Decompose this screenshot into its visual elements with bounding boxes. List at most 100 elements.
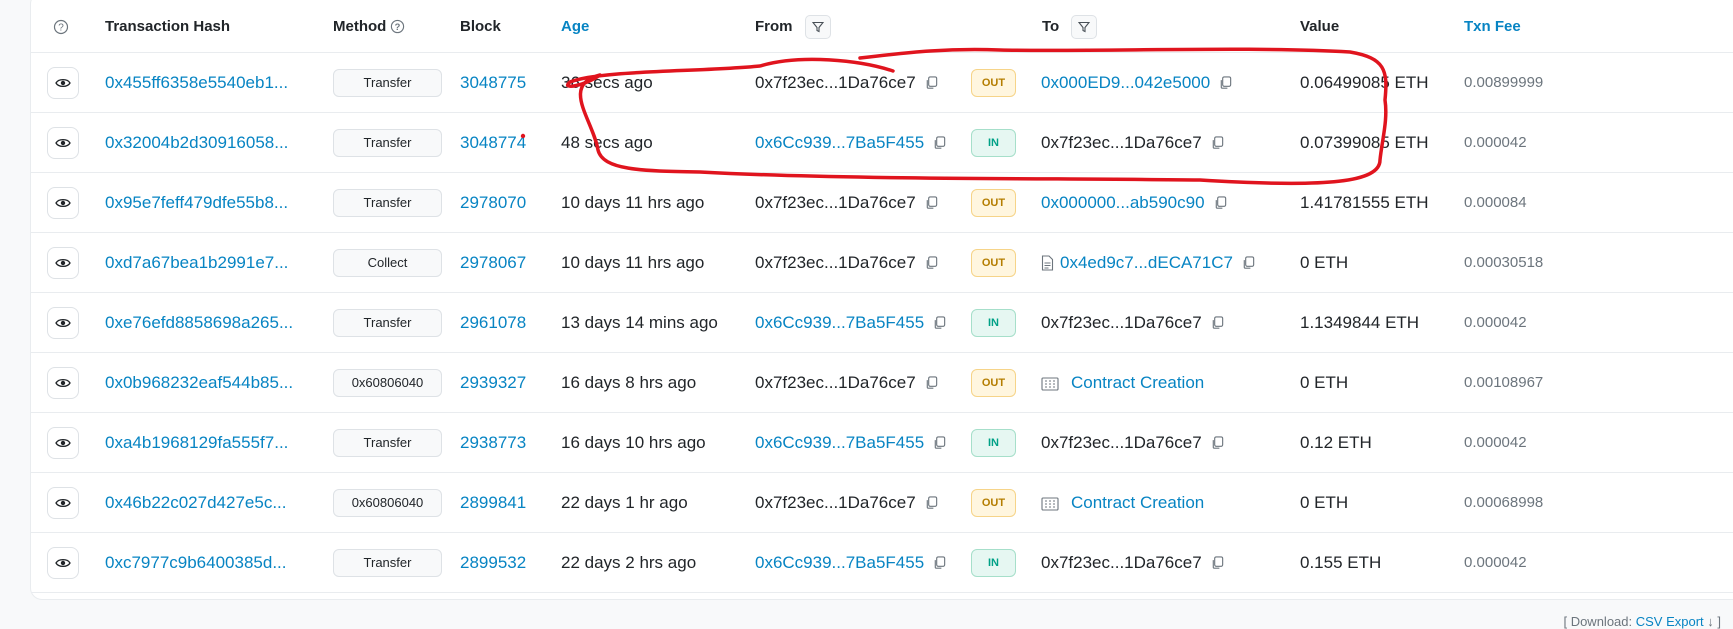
tx-hash-link[interactable]: 0xc7977c9b6400385d... xyxy=(105,533,287,592)
block-link[interactable]: 2978067 xyxy=(460,233,526,292)
age-text: 10 days 11 hrs ago xyxy=(561,192,705,212)
copy-icon[interactable] xyxy=(932,135,947,150)
copy-icon[interactable] xyxy=(924,495,939,510)
to-filter-button[interactable] xyxy=(1071,14,1098,39)
transactions-table: ? Transaction Hash Method ? Block Age Fr… xyxy=(30,0,1733,600)
eye-icon[interactable] xyxy=(47,426,79,459)
from-address[interactable]: 0x6Cc939...7Ba5F455 xyxy=(755,133,924,153)
question-circle-icon[interactable]: ? xyxy=(390,19,405,34)
filter-icon xyxy=(811,21,824,32)
eye-icon[interactable] xyxy=(47,186,79,219)
copy-icon[interactable] xyxy=(1218,75,1233,90)
block-link[interactable]: 2899532 xyxy=(460,533,526,592)
method-badge[interactable]: Transfer xyxy=(333,428,442,457)
from-address[interactable]: 0x6Cc939...7Ba5F455 xyxy=(755,553,924,573)
eye-icon[interactable] xyxy=(47,546,79,579)
header-to: To xyxy=(1042,18,1060,35)
method-badge[interactable]: Transfer xyxy=(333,128,442,157)
header-method-cell: Method ? xyxy=(333,1,405,52)
copy-icon[interactable] xyxy=(1210,435,1225,450)
copy-icon[interactable] xyxy=(924,75,939,90)
question-circle-icon[interactable]: ? xyxy=(53,19,69,35)
direction-badge: IN xyxy=(971,128,1016,157)
eye-icon[interactable] xyxy=(47,126,79,159)
fee-text: 0.00030518 xyxy=(1464,254,1544,271)
to-address[interactable]: Contract Creation xyxy=(1071,373,1204,393)
header-from: From xyxy=(755,18,793,35)
to-address[interactable]: 0x000000...ab590c90 xyxy=(1041,193,1205,213)
method-badge[interactable]: Transfer xyxy=(333,308,442,337)
building-icon xyxy=(1041,495,1059,511)
to-address[interactable]: Contract Creation xyxy=(1071,493,1204,513)
eye-icon[interactable] xyxy=(47,246,79,279)
method-badge[interactable]: Transfer xyxy=(333,188,442,217)
header-txn-fee[interactable]: Txn Fee xyxy=(1464,1,1521,52)
copy-icon[interactable] xyxy=(1213,195,1228,210)
fee-text: 0.000042 xyxy=(1464,434,1527,451)
copy-icon[interactable] xyxy=(1210,135,1225,150)
age-text: 48 secs ago xyxy=(561,132,653,152)
block-link[interactable]: 2939327 xyxy=(460,353,526,412)
from-address: 0x7f23ec...1Da76ce7 xyxy=(755,372,916,392)
copy-icon[interactable] xyxy=(1210,315,1225,330)
eye-icon[interactable] xyxy=(47,486,79,519)
copy-icon[interactable] xyxy=(924,255,939,270)
block-link[interactable]: 3048775 xyxy=(460,53,526,112)
from-filter-button[interactable] xyxy=(804,14,831,39)
to-address[interactable]: 0x000ED9...042e5000 xyxy=(1041,73,1210,93)
view-cell xyxy=(47,413,79,472)
method-cell: 0x60806040 xyxy=(333,473,442,532)
eye-icon[interactable] xyxy=(47,306,79,339)
to-address[interactable]: 0x4ed9c7...dECA71C7 xyxy=(1060,253,1233,273)
header-to-cell: To xyxy=(1042,1,1098,52)
header-from-cell: From xyxy=(755,1,831,52)
view-cell xyxy=(47,473,79,532)
copy-icon[interactable] xyxy=(932,555,947,570)
method-badge[interactable]: Transfer xyxy=(333,68,442,97)
tx-hash-link[interactable]: 0x455ff6358e5540eb1... xyxy=(105,53,288,112)
block-link[interactable]: 2978070 xyxy=(460,173,526,232)
tx-hash-link[interactable]: 0xe76efd8858698a265... xyxy=(105,293,293,352)
method-badge[interactable]: Collect xyxy=(333,248,442,277)
copy-icon[interactable] xyxy=(924,375,939,390)
tx-hash-link[interactable]: 0x95e7feff479dfe55b8... xyxy=(105,173,288,232)
copy-icon[interactable] xyxy=(932,435,947,450)
method-badge[interactable]: Transfer xyxy=(333,548,442,577)
view-cell xyxy=(47,113,79,172)
method-cell: Collect xyxy=(333,233,442,292)
block-link[interactable]: 2961078 xyxy=(460,293,526,352)
to-cell: 0x7f23ec...1Da76ce7 xyxy=(1041,413,1225,472)
from-address[interactable]: 0x6Cc939...7Ba5F455 xyxy=(755,433,924,453)
to-address: 0x7f23ec...1Da76ce7 xyxy=(1041,132,1202,152)
tx-hash-link[interactable]: 0x32004b2d30916058... xyxy=(105,113,288,172)
eye-icon[interactable] xyxy=(47,366,79,399)
header-age[interactable]: Age xyxy=(561,1,589,52)
block-link[interactable]: 2899841 xyxy=(460,473,526,532)
from-address: 0x7f23ec...1Da76ce7 xyxy=(755,252,916,272)
copy-icon[interactable] xyxy=(932,315,947,330)
block-link[interactable]: 3048774 xyxy=(460,113,526,172)
from-cell: 0x6Cc939...7Ba5F455 xyxy=(755,113,947,172)
table-row: 0x0b968232eaf544b85... 0x60806040 2939327 1… xyxy=(31,353,1733,413)
direction-badge: OUT xyxy=(971,248,1016,277)
method-badge[interactable]: 0x60806040 xyxy=(333,368,442,397)
from-cell: 0x6Cc939...7Ba5F455 xyxy=(755,293,947,352)
from-address[interactable]: 0x6Cc939...7Ba5F455 xyxy=(755,313,924,333)
method-cell: Transfer xyxy=(333,413,442,472)
view-cell xyxy=(47,533,79,592)
tx-hash-link[interactable]: 0x0b968232eaf544b85... xyxy=(105,353,293,412)
to-cell: 0x000000...ab590c90 xyxy=(1041,173,1228,232)
table-row: 0x46b22c027d427e5c... 0x60806040 2899841 22… xyxy=(31,473,1733,533)
block-link[interactable]: 2938773 xyxy=(460,413,526,472)
fee-text: 0.00108967 xyxy=(1464,374,1544,391)
copy-icon[interactable] xyxy=(1241,255,1256,270)
tx-hash-link[interactable]: 0xd7a67bea1b2991e7... xyxy=(105,233,288,292)
tx-hash-link[interactable]: 0xa4b1968129fa555f7... xyxy=(105,413,288,472)
method-badge[interactable]: 0x60806040 xyxy=(333,488,442,517)
copy-icon[interactable] xyxy=(1210,555,1225,570)
copy-icon[interactable] xyxy=(924,195,939,210)
tx-hash-link[interactable]: 0x46b22c027d427e5c... xyxy=(105,473,287,532)
value-text: 1.41781555 ETH xyxy=(1300,192,1429,212)
fee-text: 0.000042 xyxy=(1464,554,1527,571)
eye-icon[interactable] xyxy=(47,66,79,99)
